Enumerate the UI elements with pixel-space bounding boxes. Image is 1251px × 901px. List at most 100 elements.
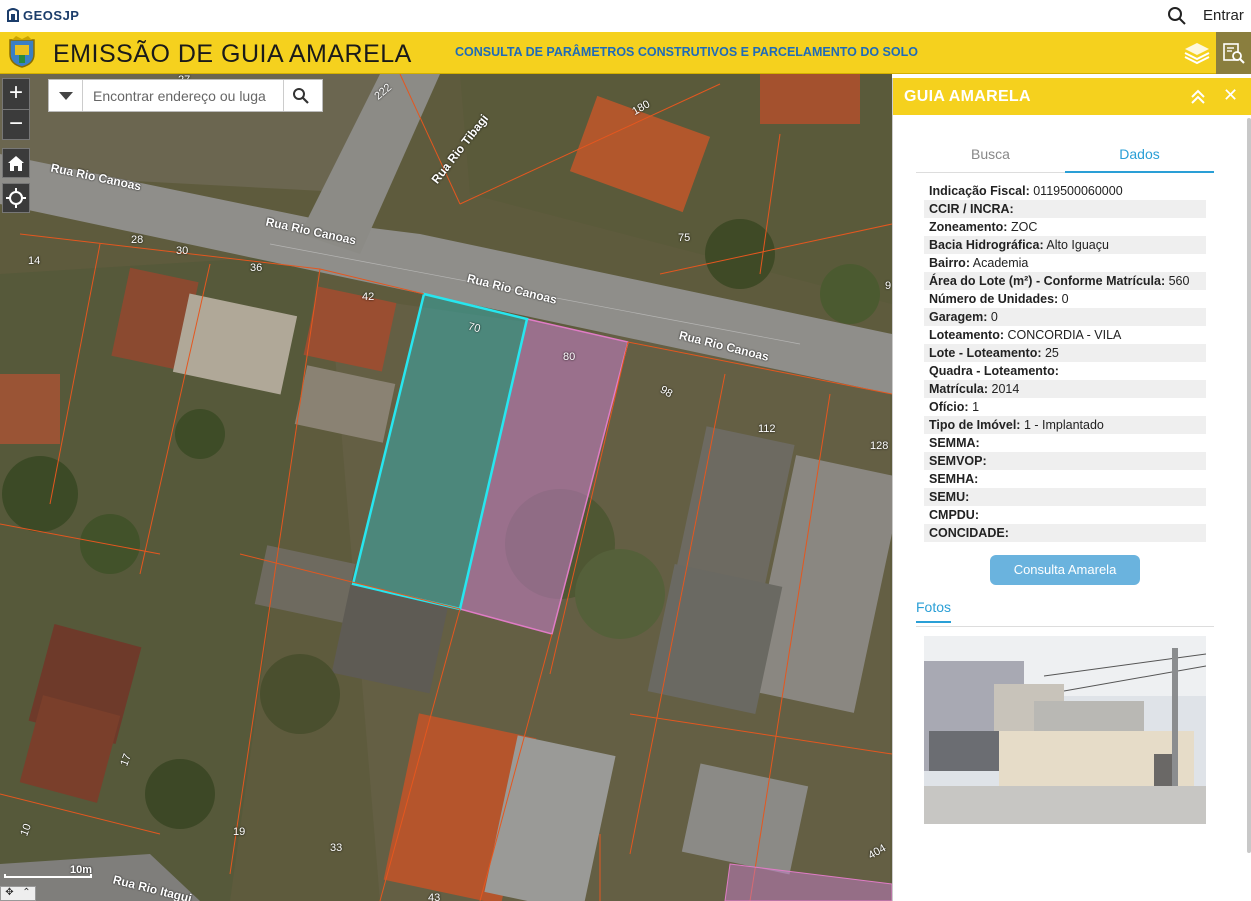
lot-number: 30	[176, 245, 189, 257]
field-label: Área do Lote (m²) - Conforme Matrícula:	[929, 274, 1166, 288]
address-search	[48, 79, 323, 112]
field-label: Zoneamento:	[929, 220, 1008, 234]
lot-number: 43	[428, 892, 441, 901]
divider	[916, 626, 1214, 627]
property-field-row: Número de Unidades: 0	[924, 290, 1206, 308]
field-label: Tipo de Imóvel:	[929, 418, 1021, 432]
property-field-row: CONCIDADE:	[924, 524, 1206, 542]
zoom-control: + −	[2, 78, 30, 140]
home-button[interactable]	[2, 148, 30, 178]
field-value: 560	[1168, 274, 1190, 288]
city-coat-of-arms-icon	[9, 36, 35, 68]
lot-number: 42	[362, 291, 375, 303]
property-field-row: Ofício: 1	[924, 398, 1206, 416]
consulta-amarela-button[interactable]: Consulta Amarela	[990, 555, 1140, 585]
panel-tabs: Busca Dados	[916, 136, 1214, 173]
field-value: 1	[972, 400, 980, 414]
field-value: Alto Iguaçu	[1046, 238, 1109, 252]
panel-scrollbar[interactable]	[1247, 118, 1251, 853]
field-label: CCIR / INCRA:	[929, 202, 1014, 216]
property-field-row: CCIR / INCRA:	[924, 200, 1206, 218]
field-label: Quadra - Loteamento:	[929, 364, 1059, 378]
top-bar: GEOSJP Entrar	[0, 0, 1251, 32]
lot-number: 33	[330, 842, 343, 854]
search-document-icon	[1222, 43, 1245, 64]
field-label: Lote - Loteamento:	[929, 346, 1042, 360]
field-value: 0	[1061, 292, 1069, 306]
field-label: Bairro:	[929, 256, 970, 270]
field-value: CONCORDIA - VILA	[1007, 328, 1122, 342]
field-label: Ofício:	[929, 400, 969, 414]
map-view[interactable]: Rua Rio Canoas Rua Rio Canoas Rua Rio Ca…	[0, 74, 892, 901]
field-value: 2014	[991, 382, 1020, 396]
field-label: SEMVOP:	[929, 454, 987, 468]
login-link[interactable]: Entrar	[1203, 7, 1244, 24]
panel-header: GUIA AMARELA ✕	[893, 78, 1251, 115]
app-header: EMISSÃO DE GUIA AMARELA CONSULTA DE PARÂ…	[0, 32, 1251, 74]
geosjp-logo-icon	[7, 8, 19, 22]
tab-dados[interactable]: Dados	[1065, 136, 1214, 173]
pan-icon[interactable]: ✥	[1, 887, 18, 900]
field-label: Bacia Hidrográfica:	[929, 238, 1044, 252]
field-label: SEMMA:	[929, 436, 980, 450]
property-field-row: Garagem: 0	[924, 308, 1206, 326]
close-icon[interactable]: ✕	[1223, 85, 1238, 106]
search-submit-button[interactable]	[283, 80, 317, 111]
property-field-row: Tipo de Imóvel: 1 - Implantado	[924, 416, 1206, 434]
property-field-row: SEMU:	[924, 488, 1206, 506]
property-field-row: Indicação Fiscal: 0119500060000	[924, 182, 1206, 200]
collapse-icon[interactable]	[1189, 88, 1207, 106]
property-field-row: Matrícula: 2014	[924, 380, 1206, 398]
property-field-row: Quadra - Loteamento:	[924, 362, 1206, 380]
property-field-row: SEMVOP:	[924, 452, 1206, 470]
lot-number: 9	[885, 280, 892, 292]
page-title: EMISSÃO DE GUIA AMARELA	[53, 40, 412, 68]
property-field-row: Bairro: Academia	[924, 254, 1206, 272]
property-field-row: SEMMA:	[924, 434, 1206, 452]
lot-number: 80	[563, 351, 576, 363]
lot-number: 128	[870, 440, 889, 452]
address-search-input[interactable]	[83, 87, 283, 104]
logo-text: GEOSJP	[23, 7, 80, 23]
field-value: 0119500060000	[1033, 184, 1123, 198]
property-photo[interactable]	[924, 636, 1206, 824]
lot-number: 36	[250, 262, 263, 274]
field-label: Loteamento:	[929, 328, 1004, 342]
zoom-in-button[interactable]: +	[3, 79, 29, 109]
geosjp-logo[interactable]: GEOSJP	[6, 7, 79, 23]
property-field-row: Bacia Hidrográfica: Alto Iguaçu	[924, 236, 1206, 254]
tab-busca[interactable]: Busca	[916, 136, 1065, 173]
locate-icon	[6, 188, 26, 208]
aerial-imagery	[0, 74, 892, 901]
field-value: 25	[1044, 346, 1059, 360]
field-value: 0	[990, 310, 998, 324]
field-value: Academia	[972, 256, 1029, 270]
search-icon[interactable]	[1167, 6, 1187, 26]
lot-number: 75	[678, 232, 691, 244]
layers-icon[interactable]	[1181, 37, 1213, 69]
field-value: 1 - Implantado	[1023, 418, 1104, 432]
property-field-row: CMPDU:	[924, 506, 1206, 524]
guia-amarela-panel: GUIA AMARELA ✕ Busca Dados Indicação Fis…	[892, 78, 1251, 901]
locate-button[interactable]	[2, 183, 30, 213]
fotos-tab[interactable]: Fotos	[916, 599, 951, 623]
field-label: CONCIDADE:	[929, 526, 1009, 540]
property-field-row: Loteamento: CONCORDIA - VILA	[924, 326, 1206, 344]
chevron-up-icon[interactable]: ⌃	[18, 887, 35, 900]
field-label: Garagem:	[929, 310, 988, 324]
lot-number: 19	[233, 826, 246, 838]
field-label: Matrícula:	[929, 382, 989, 396]
search-source-dropdown[interactable]	[49, 80, 83, 111]
property-field-row: Zoneamento: ZOC	[924, 218, 1206, 236]
lot-number: 28	[131, 234, 144, 246]
search-icon	[292, 87, 309, 104]
field-label: SEMU:	[929, 490, 970, 504]
zoom-out-button[interactable]: −	[3, 109, 29, 139]
field-label: CMPDU:	[929, 508, 979, 522]
field-value: ZOC	[1010, 220, 1038, 234]
property-field-row: SEMHA:	[924, 470, 1206, 488]
consulta-tool-button[interactable]	[1216, 32, 1251, 74]
field-label: SEMHA:	[929, 472, 979, 486]
page-subtitle: CONSULTA DE PARÂMETROS CONSTRUTIVOS E PA…	[455, 45, 918, 59]
home-icon	[8, 156, 24, 171]
